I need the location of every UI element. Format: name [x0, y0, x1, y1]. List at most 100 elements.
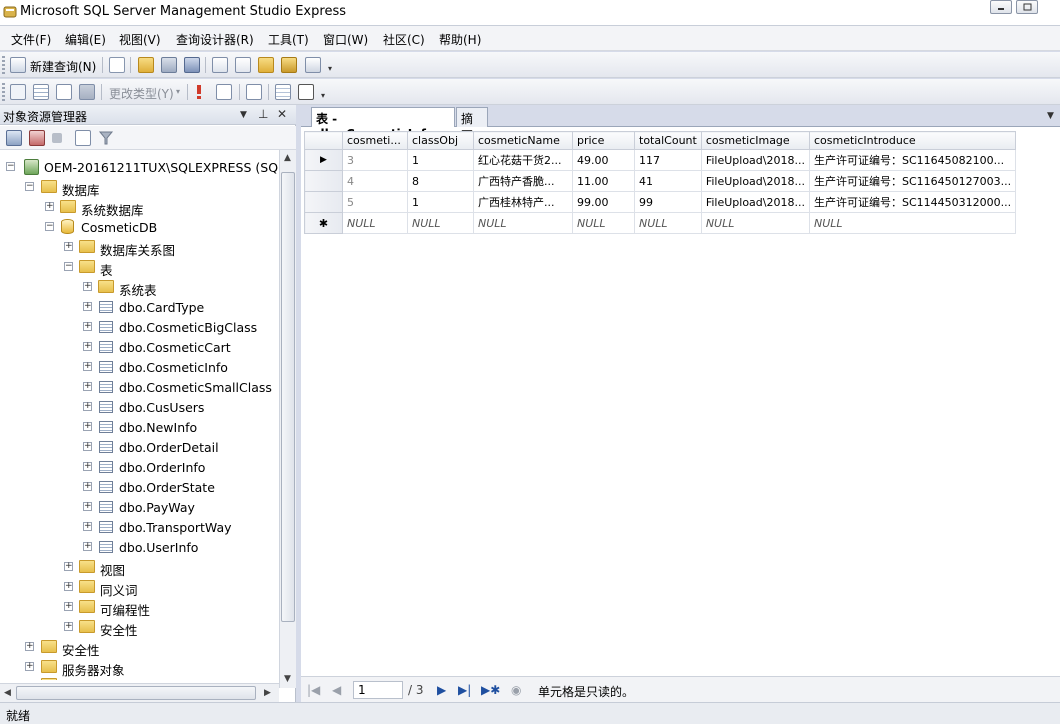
column-header[interactable]: price: [572, 131, 635, 150]
tree-node-table[interactable]: + dbo.OrderInfo: [0, 458, 280, 478]
new-record-icon[interactable]: ▶✱: [481, 683, 500, 697]
refresh-icon[interactable]: [75, 130, 91, 146]
maximize-button[interactable]: [1016, 0, 1038, 14]
page-number-input[interactable]: 1: [353, 681, 403, 699]
tree-node-server-objects[interactable]: + 服务器对象: [0, 658, 280, 678]
tree-node-table[interactable]: + dbo.CosmeticBigClass: [0, 318, 280, 338]
group-by-icon[interactable]: [246, 84, 262, 100]
column-header[interactable]: cosmeti...: [342, 131, 408, 150]
properties-icon[interactable]: [281, 57, 297, 73]
expand-icon[interactable]: +: [83, 482, 92, 491]
scroll-up-icon[interactable]: ▲: [284, 153, 291, 163]
collapse-icon[interactable]: −: [6, 162, 15, 171]
minimize-button[interactable]: [990, 0, 1012, 14]
tree-node-table[interactable]: + dbo.CusUsers: [0, 398, 280, 418]
tree-node-server[interactable]: − OEM-20161211TUX\SQLEXPRESS (SQL S: [0, 158, 280, 178]
connect-icon[interactable]: [6, 130, 22, 146]
expand-icon[interactable]: +: [83, 362, 92, 371]
expand-icon[interactable]: +: [64, 242, 73, 251]
menu-help[interactable]: 帮助(H): [439, 31, 481, 48]
expand-icon[interactable]: +: [45, 202, 54, 211]
scroll-right-icon[interactable]: ▶: [264, 688, 271, 698]
tree-node-system-tables[interactable]: + 系统表: [0, 278, 280, 298]
toolbar-overflow-icon[interactable]: ▾: [321, 92, 328, 100]
tree-node-database[interactable]: − CosmeticDB: [0, 218, 280, 238]
verify-sql-icon[interactable]: [216, 84, 232, 100]
expand-icon[interactable]: +: [83, 402, 92, 411]
explorer-horizontal-scrollbar[interactable]: ◀ ▶: [0, 683, 279, 702]
collapse-icon[interactable]: −: [45, 222, 54, 231]
close-pane-icon[interactable]: ✕: [277, 107, 287, 121]
tree-node-table[interactable]: + dbo.CosmeticCart: [0, 338, 280, 358]
expand-icon[interactable]: +: [83, 282, 92, 291]
tab-list-dropdown-icon[interactable]: ▼: [1047, 111, 1054, 121]
save-all-icon[interactable]: [184, 57, 200, 73]
scroll-thumb[interactable]: [16, 686, 256, 700]
menu-view[interactable]: 视图(V): [119, 31, 161, 48]
grid-cell[interactable]: 49.00: [572, 149, 635, 171]
add-table-icon[interactable]: [275, 84, 291, 100]
expand-icon[interactable]: +: [83, 462, 92, 471]
pane-dropdown-icon[interactable]: ▼: [240, 110, 247, 120]
tree-node-table[interactable]: + dbo.CosmeticSmallClass: [0, 378, 280, 398]
filter-icon[interactable]: [98, 130, 114, 146]
new-query-button[interactable]: 新建查询(N): [30, 58, 96, 75]
expand-icon[interactable]: +: [83, 542, 92, 551]
column-header[interactable]: totalCount: [634, 131, 702, 150]
grid-cell[interactable]: 41: [634, 170, 702, 192]
grid-cell-null[interactable]: NULL: [808, 212, 1017, 234]
tree-node-db-diagrams[interactable]: + 数据库关系图: [0, 238, 280, 258]
change-type-button[interactable]: 更改类型(Y): [109, 85, 174, 102]
grid-cell-null[interactable]: NULL: [342, 212, 408, 234]
tree-node-table[interactable]: + dbo.UserInfo: [0, 538, 280, 558]
grid-cell-null[interactable]: NULL: [407, 212, 474, 234]
expand-icon[interactable]: +: [64, 562, 73, 571]
collapse-icon[interactable]: −: [25, 182, 34, 191]
next-record-icon[interactable]: ▶: [437, 683, 446, 697]
expand-icon[interactable]: +: [83, 442, 92, 451]
grid-cell[interactable]: 4: [342, 170, 408, 192]
expand-icon[interactable]: +: [83, 502, 92, 511]
expand-icon[interactable]: +: [64, 622, 73, 631]
grid-cell[interactable]: 11.00: [572, 170, 635, 192]
column-header[interactable]: cosmeticName: [473, 131, 573, 150]
grid-cell-null[interactable]: NULL: [634, 212, 702, 234]
stop-record-icon[interactable]: ◉: [511, 683, 521, 697]
tree-node-table[interactable]: + dbo.CosmeticInfo: [0, 358, 280, 378]
tab-cosmeticinfo[interactable]: 表 - dbo.CosmeticInfo: [311, 107, 455, 141]
menu-community[interactable]: 社区(C): [383, 31, 425, 48]
expand-icon[interactable]: +: [83, 382, 92, 391]
tree-node-table[interactable]: + dbo.OrderDetail: [0, 438, 280, 458]
new-row-indicator-icon[interactable]: ✱: [304, 212, 343, 234]
grid-cell[interactable]: 广西桂林特产...: [473, 191, 573, 213]
scroll-thumb[interactable]: [281, 172, 295, 622]
tree-node-programmability[interactable]: + 可编程性: [0, 598, 280, 618]
row-header[interactable]: [304, 170, 343, 192]
expand-icon[interactable]: +: [83, 522, 92, 531]
toolbar-overflow-icon[interactable]: ▾: [328, 65, 335, 73]
change-type-dropdown-icon[interactable]: ▾: [176, 88, 183, 96]
expand-icon[interactable]: +: [64, 602, 73, 611]
grid-cell-null[interactable]: NULL: [700, 212, 810, 234]
previous-record-icon[interactable]: ◀: [332, 683, 341, 697]
column-header[interactable]: classObj: [407, 131, 474, 150]
tree-node-system-databases[interactable]: + 系统数据库: [0, 198, 280, 218]
show-diagram-pane-icon[interactable]: [10, 84, 26, 100]
disconnect-icon[interactable]: [29, 130, 45, 146]
expand-icon[interactable]: +: [83, 322, 92, 331]
registered-servers-icon[interactable]: [212, 57, 228, 73]
grid-cell[interactable]: 3: [342, 149, 408, 171]
first-record-icon[interactable]: |◀: [307, 683, 320, 697]
tree-node-table[interactable]: + dbo.TransportWay: [0, 518, 280, 538]
tree-node-tables[interactable]: − 表: [0, 258, 280, 278]
grid-cell[interactable]: 8: [407, 170, 474, 192]
toolbox-icon[interactable]: [305, 57, 321, 73]
show-criteria-pane-icon[interactable]: [33, 84, 49, 100]
add-derived-table-icon[interactable]: [298, 84, 314, 100]
expand-icon[interactable]: +: [83, 342, 92, 351]
grid-cell[interactable]: FileUpload\2018...: [700, 191, 810, 213]
pin-icon[interactable]: ⊥: [258, 107, 268, 121]
template-explorer-icon[interactable]: [258, 57, 274, 73]
grid-cell[interactable]: 99: [634, 191, 702, 213]
column-header[interactable]: cosmeticImage: [700, 131, 810, 150]
